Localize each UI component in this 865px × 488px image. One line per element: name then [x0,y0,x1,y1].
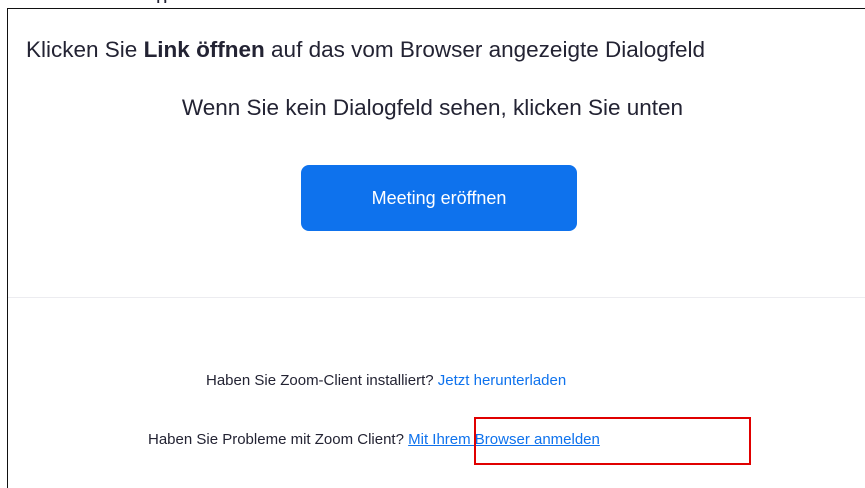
download-client-row: Haben Sie Zoom-Client installiert? Jetzt… [0,371,865,391]
launch-meeting-button[interactable]: Meeting eröffnen [301,165,577,231]
launch-panel [7,8,865,488]
section-divider [8,297,865,298]
client-problem-question: Haben Sie Probleme mit Zoom Client? [148,431,409,448]
clipped-top-text: p [156,0,196,3]
download-now-link[interactable]: Jetzt herunterladen [438,372,566,389]
fallback-instruction: Wenn Sie kein Dialogfeld sehen, klicken … [181,95,684,120]
dialog-instruction-suffix: auf das vom Browser angezeigte Dialogfel… [264,37,706,62]
highlight-annotation-box [474,417,751,465]
dialog-instruction-prefix: Klicken Sie [26,37,144,62]
dialog-instruction: Klicken Sie Link öffnen auf das vom Brow… [26,35,705,65]
dialog-instruction-emphasis: Link öffnen [143,37,265,62]
download-client-question: Haben Sie Zoom-Client installiert? [206,372,438,389]
